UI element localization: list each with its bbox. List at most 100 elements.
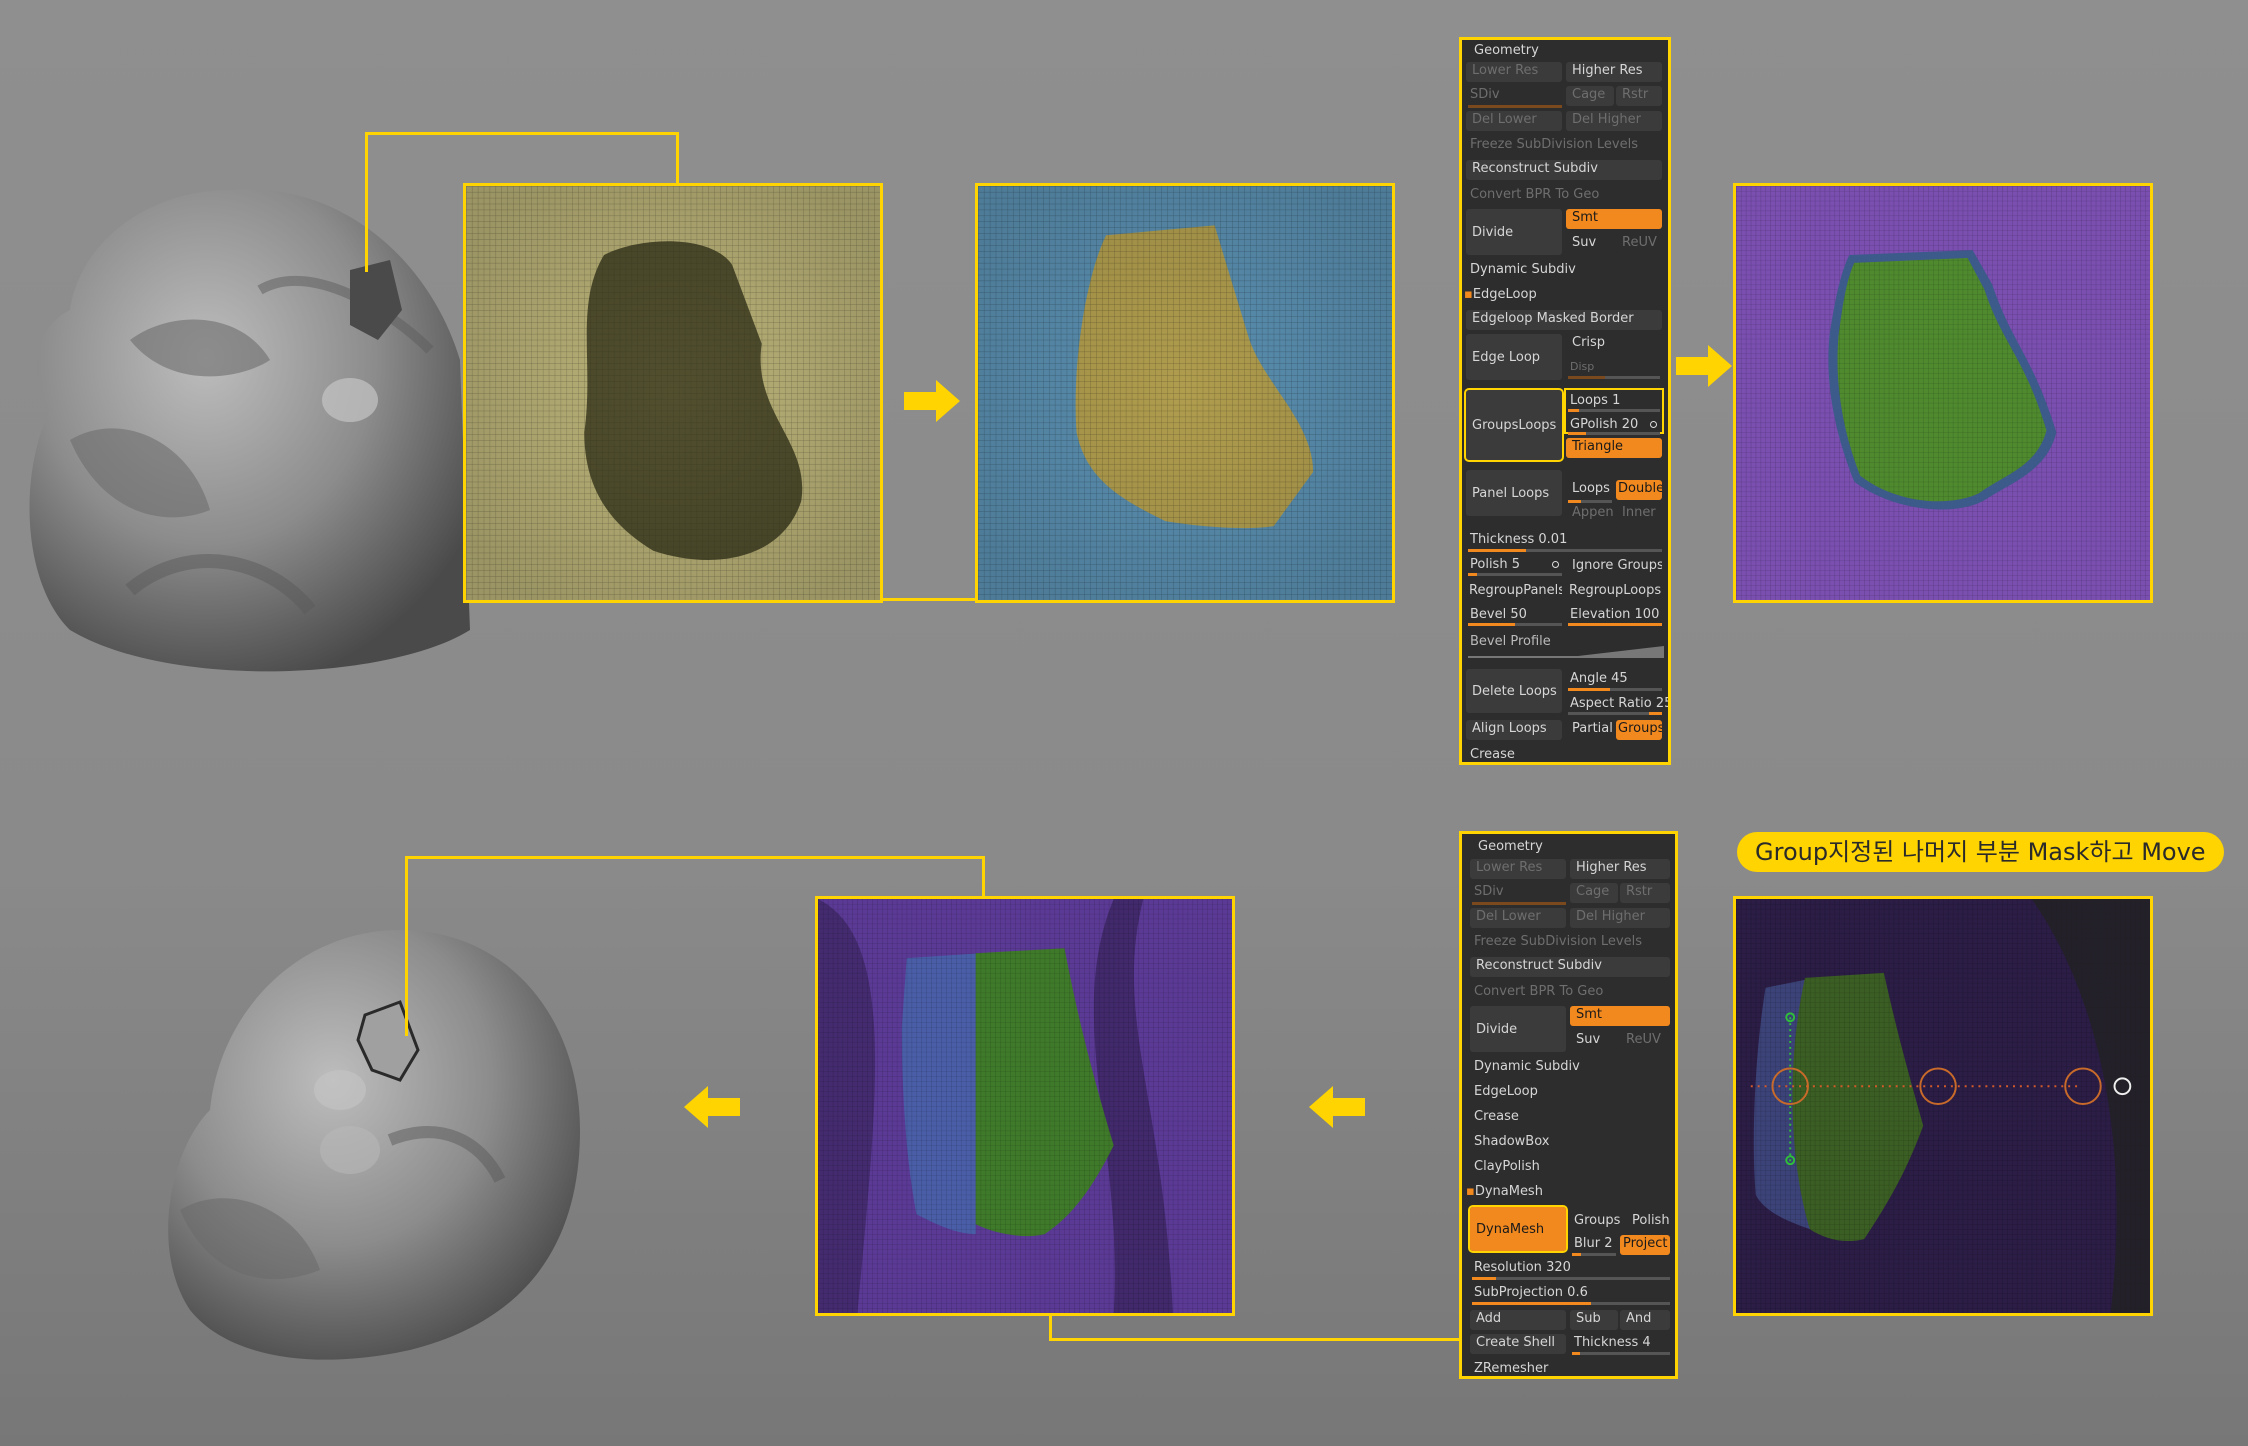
panel-loops-slider[interactable] — [1568, 500, 1612, 503]
ignore-groups-toggle[interactable]: Ignore Groups — [1566, 557, 1662, 577]
gpolish-slider[interactable] — [1568, 432, 1660, 435]
loops-slider-label: Loops 1 — [1570, 393, 1621, 408]
crease-section[interactable]: Crease — [1470, 746, 1515, 762]
disp-slider-label: Disp — [1570, 360, 1595, 373]
dynamic-subdiv-section[interactable]: Dynamic Subdiv — [1474, 1058, 1580, 1075]
connector-line — [1049, 1338, 1494, 1341]
thickness-value: 4 — [1642, 1335, 1651, 1350]
crisp-toggle[interactable]: Crisp — [1566, 334, 1662, 354]
yellow-arrow-icon — [1309, 1086, 1365, 1128]
edge-loop-button[interactable]: Edge Loop — [1466, 334, 1562, 380]
disp-slider[interactable] — [1568, 376, 1660, 379]
rstr-button[interactable]: Rstr — [1616, 86, 1662, 106]
loops-value: 1 — [1612, 393, 1621, 408]
yellow-arrow-icon — [684, 1086, 740, 1128]
polish-toggle[interactable]: Polish — [1632, 1212, 1670, 1229]
sdiv-slider[interactable] — [1472, 902, 1566, 905]
bevel-slider[interactable] — [1468, 623, 1562, 626]
yellow-arrow-icon — [904, 380, 960, 422]
sdiv-slider[interactable] — [1468, 105, 1562, 108]
cage-button[interactable]: Cage — [1566, 86, 1614, 106]
add-button[interactable]: Add — [1470, 1310, 1566, 1330]
double-toggle[interactable]: Double — [1616, 480, 1662, 500]
create-shell-button[interactable]: Create Shell — [1470, 1334, 1566, 1354]
elevation-slider[interactable] — [1568, 623, 1662, 626]
thickness-slider[interactable] — [1572, 1352, 1670, 1355]
regroup-panels-button[interactable]: RegroupPanels — [1466, 582, 1562, 602]
suv-toggle[interactable]: Suv — [1570, 1031, 1618, 1051]
subprojection-slider[interactable] — [1472, 1302, 1670, 1305]
higher-res-button[interactable]: Higher Res — [1570, 859, 1670, 879]
angle-slider[interactable] — [1568, 688, 1662, 691]
smt-toggle[interactable]: Smt — [1570, 1006, 1670, 1026]
del-higher-button[interactable]: Del Higher — [1566, 111, 1662, 131]
cage-button[interactable]: Cage — [1570, 883, 1618, 903]
reconstruct-subdiv-button[interactable]: Reconstruct Subdiv — [1470, 957, 1670, 977]
aspect-ratio-slider[interactable] — [1568, 712, 1662, 715]
sub-button[interactable]: Sub — [1570, 1310, 1618, 1330]
del-higher-button[interactable]: Del Higher — [1570, 908, 1670, 928]
freeze-subdivision-button[interactable]: Freeze SubDivision Levels — [1470, 136, 1638, 153]
divide-button[interactable]: Divide — [1466, 209, 1562, 255]
and-button[interactable]: And — [1620, 1310, 1670, 1330]
inner-toggle[interactable]: Inner — [1616, 504, 1662, 524]
loops-toggle[interactable]: Loops — [1566, 480, 1614, 500]
edgeloop-section[interactable]: EdgeLoop — [1474, 1083, 1538, 1100]
polish-slider[interactable] — [1468, 573, 1562, 576]
reuv-toggle[interactable]: ReUV — [1616, 234, 1662, 254]
gpolish-circle-icon[interactable] — [1650, 421, 1657, 428]
thickness-slider[interactable] — [1468, 549, 1662, 552]
zremesher-section[interactable]: ZRemesher — [1474, 1360, 1548, 1376]
panel-loops-button[interactable]: Panel Loops — [1466, 470, 1562, 516]
polish-circle-icon[interactable] — [1552, 561, 1559, 568]
regroup-loops-button[interactable]: RegroupLoops — [1566, 582, 1662, 602]
reuv-toggle[interactable]: ReUV — [1620, 1031, 1670, 1051]
divide-button[interactable]: Divide — [1470, 1006, 1566, 1052]
claypolish-section[interactable]: ClayPolish — [1474, 1158, 1540, 1175]
smt-toggle[interactable]: Smt — [1566, 209, 1662, 229]
elevation-value: 100 — [1634, 607, 1660, 622]
thickness-slider-label: Thickness 4 — [1574, 1335, 1651, 1350]
higher-res-button[interactable]: Higher Res — [1566, 62, 1662, 82]
bevel-profile-curve[interactable] — [1468, 644, 1664, 658]
edgeloop-masked-border-button[interactable]: Edgeloop Masked Border — [1466, 310, 1662, 330]
rstr-button[interactable]: Rstr — [1620, 883, 1670, 903]
groups-loops-button[interactable]: GroupsLoops — [1464, 388, 1564, 462]
dynamic-subdiv-section[interactable]: Dynamic Subdiv — [1470, 261, 1576, 278]
groups-toggle[interactable]: Groups — [1574, 1212, 1620, 1229]
groups-toggle[interactable]: Groups — [1616, 720, 1662, 740]
mask-move-view — [1733, 896, 2153, 1316]
reconstruct-subdiv-button[interactable]: Reconstruct Subdiv — [1466, 160, 1662, 180]
subprojection-value: 0.6 — [1567, 1285, 1588, 1300]
append-toggle[interactable]: Appenc — [1566, 504, 1614, 524]
dynamesh-label: DynaMesh — [1474, 1184, 1543, 1199]
resolution-slider[interactable] — [1472, 1277, 1670, 1280]
loops-slider[interactable] — [1568, 409, 1660, 412]
angle-slider-label: Angle 45 — [1570, 671, 1628, 686]
aspect-ratio-value: 25 — [1655, 696, 1671, 711]
suv-toggle[interactable]: Suv — [1566, 234, 1614, 254]
dynamesh-button[interactable]: DynaMesh — [1468, 1205, 1568, 1253]
freeze-subdivision-button[interactable]: Freeze SubDivision Levels — [1474, 933, 1642, 950]
shadowbox-section[interactable]: ShadowBox — [1474, 1133, 1549, 1150]
edgeloop-section[interactable]: ▪EdgeLoop — [1464, 286, 1537, 303]
delete-loops-button[interactable]: Delete Loops — [1466, 669, 1562, 713]
geometry-panel-bottom: Geometry Lower Res Higher Res SDiv Cage … — [1459, 831, 1678, 1379]
polish-value: 5 — [1511, 557, 1520, 572]
partial-toggle[interactable]: Partial — [1566, 720, 1614, 740]
align-loops-button[interactable]: Align Loops — [1466, 720, 1562, 740]
lower-res-button[interactable]: Lower Res — [1466, 62, 1562, 82]
del-lower-button[interactable]: Del Lower — [1470, 908, 1566, 928]
blur-slider[interactable] — [1572, 1253, 1616, 1256]
connector-line — [365, 132, 368, 272]
crease-section[interactable]: Crease — [1474, 1108, 1519, 1125]
dynamesh-section[interactable]: ▪DynaMesh — [1466, 1183, 1543, 1200]
project-toggle[interactable]: Project — [1620, 1235, 1670, 1255]
convert-bpr-button[interactable]: Convert BPR To Geo — [1470, 186, 1599, 203]
edgeloop-label: EdgeLoop — [1472, 287, 1537, 302]
angle-value: 45 — [1611, 671, 1628, 686]
convert-bpr-button[interactable]: Convert BPR To Geo — [1474, 983, 1603, 1000]
lower-res-button[interactable]: Lower Res — [1470, 859, 1566, 879]
del-lower-button[interactable]: Del Lower — [1466, 111, 1562, 131]
triangle-toggle[interactable]: Triangle — [1566, 438, 1662, 458]
